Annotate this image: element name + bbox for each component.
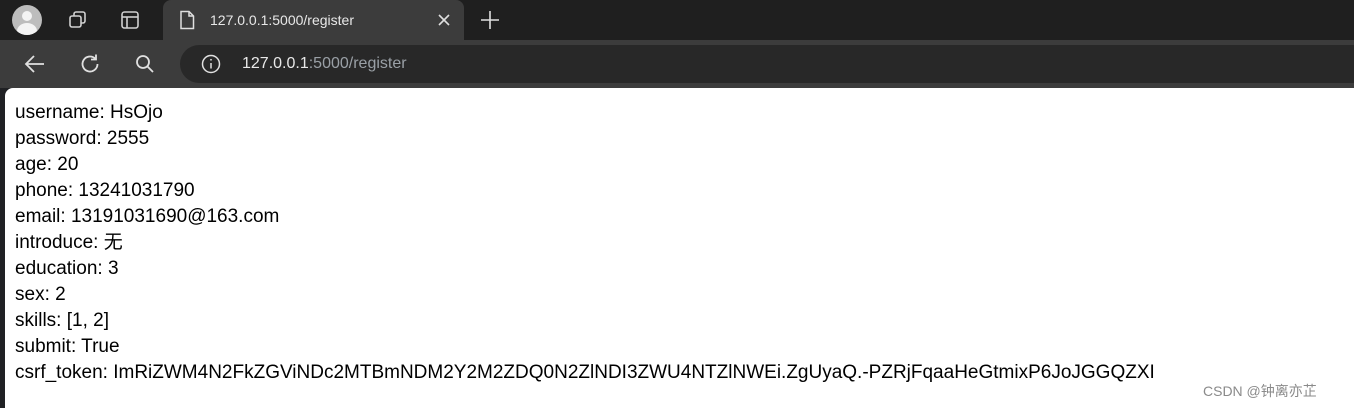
plus-icon[interactable] [478, 8, 502, 37]
field-email: email: 13191031690@163.com [15, 206, 280, 227]
field-csrf-token: csrf_token: ImRiZWM4N2FkZGViNDc2MTBmNDM2… [15, 362, 1155, 383]
search-icon[interactable] [133, 52, 157, 76]
field-age: age: 20 [15, 154, 79, 175]
field-sex: sex: 2 [15, 284, 66, 305]
field-introduce: introduce: 无 [15, 232, 123, 253]
field-submit: submit: True [15, 336, 120, 357]
field-skills: skills: [1, 2] [15, 310, 109, 331]
url-text[interactable]: 127.0.0.1:5000/register [242, 55, 407, 73]
tab-title: 127.0.0.1:5000/register [210, 12, 354, 28]
address-bar[interactable]: 127.0.0.1:5000/register [180, 45, 1354, 83]
watermark: CSDN @钟离亦芷 [1203, 383, 1317, 399]
reload-icon[interactable] [78, 52, 102, 76]
field-education: education: 3 [15, 258, 119, 279]
profile-avatar-icon[interactable] [12, 5, 42, 35]
close-icon[interactable] [435, 11, 453, 34]
field-phone: phone: 13241031790 [15, 180, 195, 201]
workspaces-icon[interactable] [66, 8, 90, 32]
url-path: :5000/register [308, 55, 407, 72]
page-content: username: HsOjo password: 2555 age: 20 p… [5, 88, 1354, 408]
back-arrow-icon[interactable] [23, 52, 47, 76]
file-icon [179, 10, 195, 35]
active-tab[interactable]: 127.0.0.1:5000/register [163, 0, 464, 40]
tab-strip: 127.0.0.1:5000/register [0, 0, 1354, 40]
info-icon[interactable] [201, 54, 221, 79]
vertical-tabs-icon[interactable] [118, 8, 142, 32]
url-host: 127.0.0.1 [242, 55, 309, 72]
toolbar: 127.0.0.1:5000/register [0, 40, 1354, 88]
field-password: password: 2555 [15, 128, 150, 149]
field-username: username: HsOjo [15, 102, 163, 123]
form-output-list: username: HsOjo password: 2555 age: 20 p… [15, 100, 1155, 386]
